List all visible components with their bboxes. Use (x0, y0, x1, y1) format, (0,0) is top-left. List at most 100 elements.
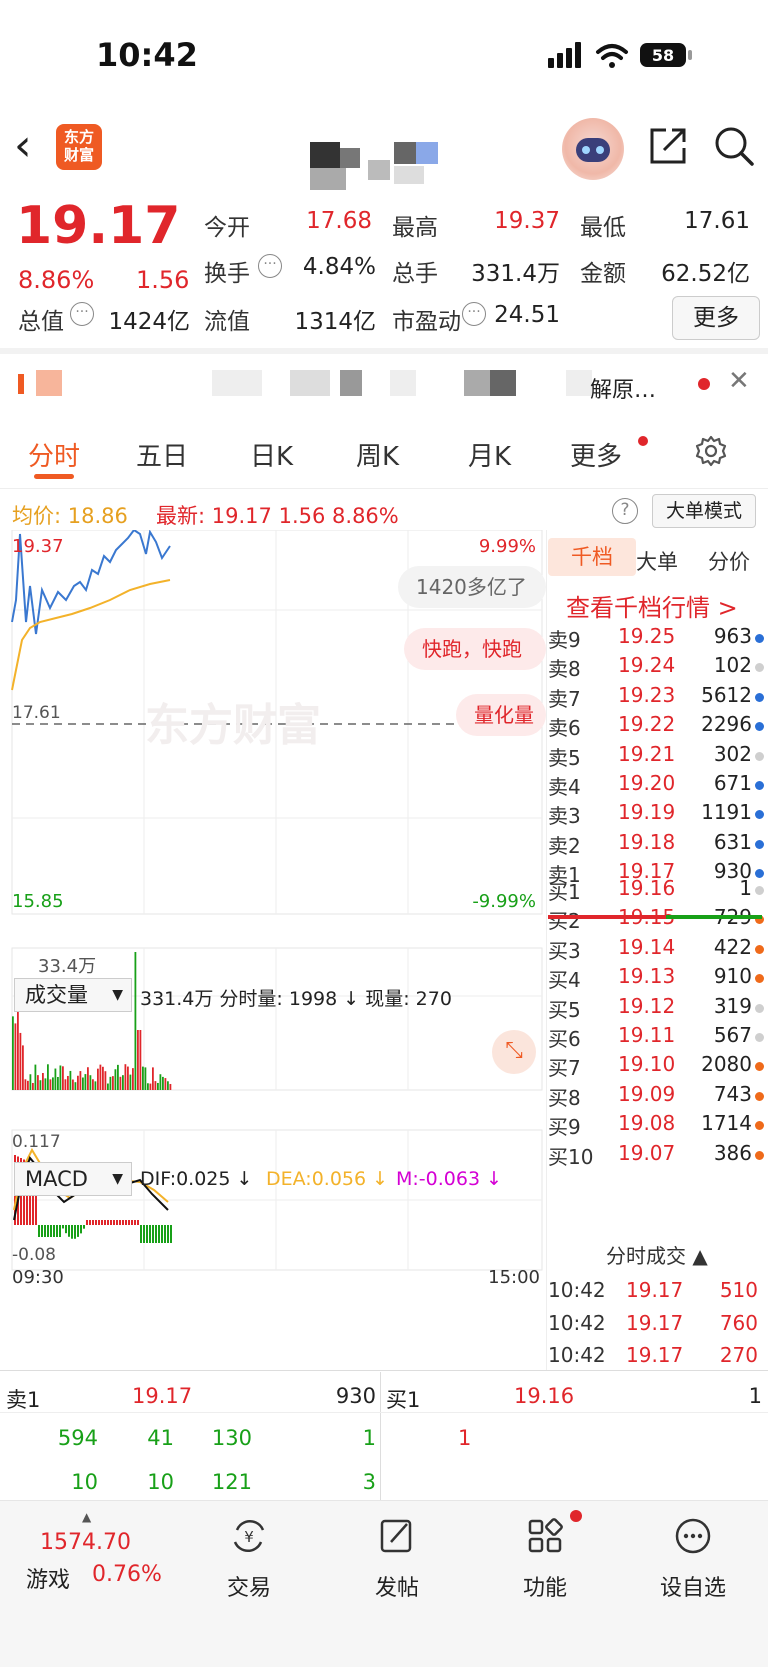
view-thousand-level-link[interactable]: 查看千档行情 > (566, 588, 738, 623)
tick-trades-header[interactable]: 分时成交 ▲ (606, 1240, 708, 1269)
ask-row[interactable]: 卖9 19.25 963 (548, 624, 764, 655)
macd-histogram-bar (62, 1225, 64, 1229)
features-badge (570, 1510, 582, 1522)
tab-monthly-k[interactable]: 月K (468, 436, 511, 473)
edit-icon (380, 1519, 412, 1553)
comment-bubble[interactable]: 快跑，快跑 (404, 628, 546, 670)
volume-bar (64, 1079, 67, 1090)
bid-row[interactable]: 买10 19.07 386 (548, 1141, 764, 1172)
comment-bubble[interactable]: 1420多亿了 (398, 566, 546, 608)
macd-histogram-bar (77, 1225, 79, 1237)
turnover-label: 换手 (204, 261, 250, 287)
search-icon[interactable] (712, 124, 756, 168)
bid-row[interactable]: 买5 19.12 319 (548, 994, 764, 1025)
news-ticker-text[interactable]: 解原… (590, 372, 656, 404)
bid-row[interactable]: 买8 19.09 743 (548, 1082, 764, 1113)
tab-intraday[interactable]: 分时 (28, 436, 80, 473)
volume-axis-label: 33.4万 (38, 956, 96, 977)
volume-bar (152, 1067, 154, 1090)
macd-histogram-bar (137, 1220, 139, 1225)
comment-bubble[interactable]: 量化量 (456, 694, 546, 736)
level-dot (755, 692, 764, 702)
ai-assistant-avatar[interactable] (562, 118, 624, 180)
tab-five-day[interactable]: 五日 (136, 436, 188, 473)
macd-histogram-bar (167, 1225, 169, 1243)
macd-indicator-selector[interactable]: MACD ▼ (14, 1162, 132, 1196)
gear-icon[interactable] (694, 434, 728, 468)
ask-row[interactable]: 卖2 19.18 631 (548, 830, 764, 861)
level-dot (755, 663, 764, 673)
tab-more[interactable]: 更多 (570, 436, 622, 473)
volume-indicator-selector[interactable]: 成交量 ▼ (14, 978, 132, 1012)
tick-volume: 760 (719, 1310, 758, 1335)
level-label: 买5 (548, 997, 581, 1022)
latest-value: 19.17 (211, 504, 272, 528)
volume-bar (79, 1071, 82, 1090)
nav-post[interactable]: 发帖 (342, 1508, 452, 1602)
nav-post-label: 发帖 (374, 1576, 419, 1601)
tick-time: 10:42 (548, 1278, 606, 1302)
avg-price-value: 18.86 (67, 504, 128, 528)
caret-up-icon[interactable]: ▲ (82, 1510, 91, 1524)
macd-histogram-bar (71, 1225, 73, 1239)
tab-daily-k[interactable]: 日K (250, 436, 293, 473)
macd-histogram-bar (128, 1220, 130, 1225)
help-icon[interactable]: ? (612, 498, 638, 524)
grid-icon (528, 1518, 563, 1553)
macd-histogram-bar (56, 1225, 58, 1237)
buy-ratio-bar (666, 915, 762, 919)
volume-bar (104, 1071, 107, 1090)
level-volume: 631 (713, 829, 752, 854)
big-order-mode-button[interactable]: 大单模式 (652, 494, 756, 528)
tab-big-order[interactable]: 大单 (636, 546, 678, 576)
level-volume: 963 (713, 624, 752, 648)
ask-row[interactable]: 卖6 19.22 2296 (548, 712, 764, 743)
bid-row[interactable]: 买6 19.11 567 (548, 1023, 764, 1054)
macd-histogram-bar (80, 1225, 82, 1234)
bid-row[interactable]: 买7 19.10 2080 (548, 1052, 764, 1083)
volume-bar (14, 1023, 17, 1090)
back-button[interactable]: ‹ (14, 122, 54, 174)
latest-label: 最新: (156, 504, 206, 528)
expand-icon[interactable]: ⤡ (492, 1030, 536, 1074)
ask-row[interactable]: 卖3 19.19 1191 (548, 800, 764, 831)
tab-thousand-level[interactable]: 千档 (548, 538, 636, 576)
volume-bar (159, 1074, 162, 1090)
bid-row[interactable]: 买3 19.14 422 (548, 935, 764, 966)
avg-price-line (11, 579, 171, 691)
level-price: 19.12 (618, 993, 676, 1018)
index-percent[interactable]: 0.76% (92, 1562, 162, 1587)
nav-trade[interactable]: ¥ 交易 (194, 1508, 304, 1602)
ask-row[interactable]: 卖5 19.21 302 (548, 742, 764, 773)
sell-ratio-bar (548, 915, 666, 919)
ask-row[interactable]: 卖8 19.24 102 (548, 653, 764, 684)
nav-watchlist[interactable]: 设自选 (638, 1508, 748, 1602)
level-dot (755, 839, 764, 849)
chevron-down-icon: ▼ (112, 987, 123, 1003)
index-value[interactable]: 1574.70 (40, 1530, 131, 1555)
volume-bar (117, 1064, 119, 1090)
amount-label: 金额 (580, 261, 626, 287)
tab-price-distribution[interactable]: 分价 (708, 546, 750, 576)
bid-row[interactable]: 买219.15729 (548, 905, 764, 936)
bid-row[interactable]: 买1 19.16 1 (548, 876, 764, 907)
macd-histogram-bar (74, 1225, 76, 1239)
ask-row[interactable]: 卖7 19.23 5612 (548, 683, 764, 714)
close-icon[interactable]: ✕ (728, 366, 750, 396)
level-price: 19.08 (618, 1111, 676, 1136)
bid-row[interactable]: 买9 19.08 1714 (548, 1111, 764, 1142)
bid-row[interactable]: 买4 19.13 910 (548, 964, 764, 995)
index-name[interactable]: 游戏 (26, 1562, 70, 1594)
more-quote-button[interactable]: 更多 (672, 296, 760, 340)
tab-weekly-k[interactable]: 周K (356, 436, 399, 473)
level-label: 买2 (548, 909, 581, 934)
nav-features[interactable]: 功能 (490, 1508, 600, 1602)
macd-dif: DIF:0.025 ↓ (140, 1168, 253, 1190)
volume-bar (74, 1082, 77, 1090)
volume-bar (22, 1045, 24, 1090)
share-icon[interactable] (646, 124, 690, 168)
ask-row[interactable]: 卖4 19.20 671 (548, 771, 764, 802)
level-volume: 671 (713, 771, 752, 795)
macd-histogram-bar (86, 1220, 88, 1225)
volume-bar (147, 1083, 149, 1090)
